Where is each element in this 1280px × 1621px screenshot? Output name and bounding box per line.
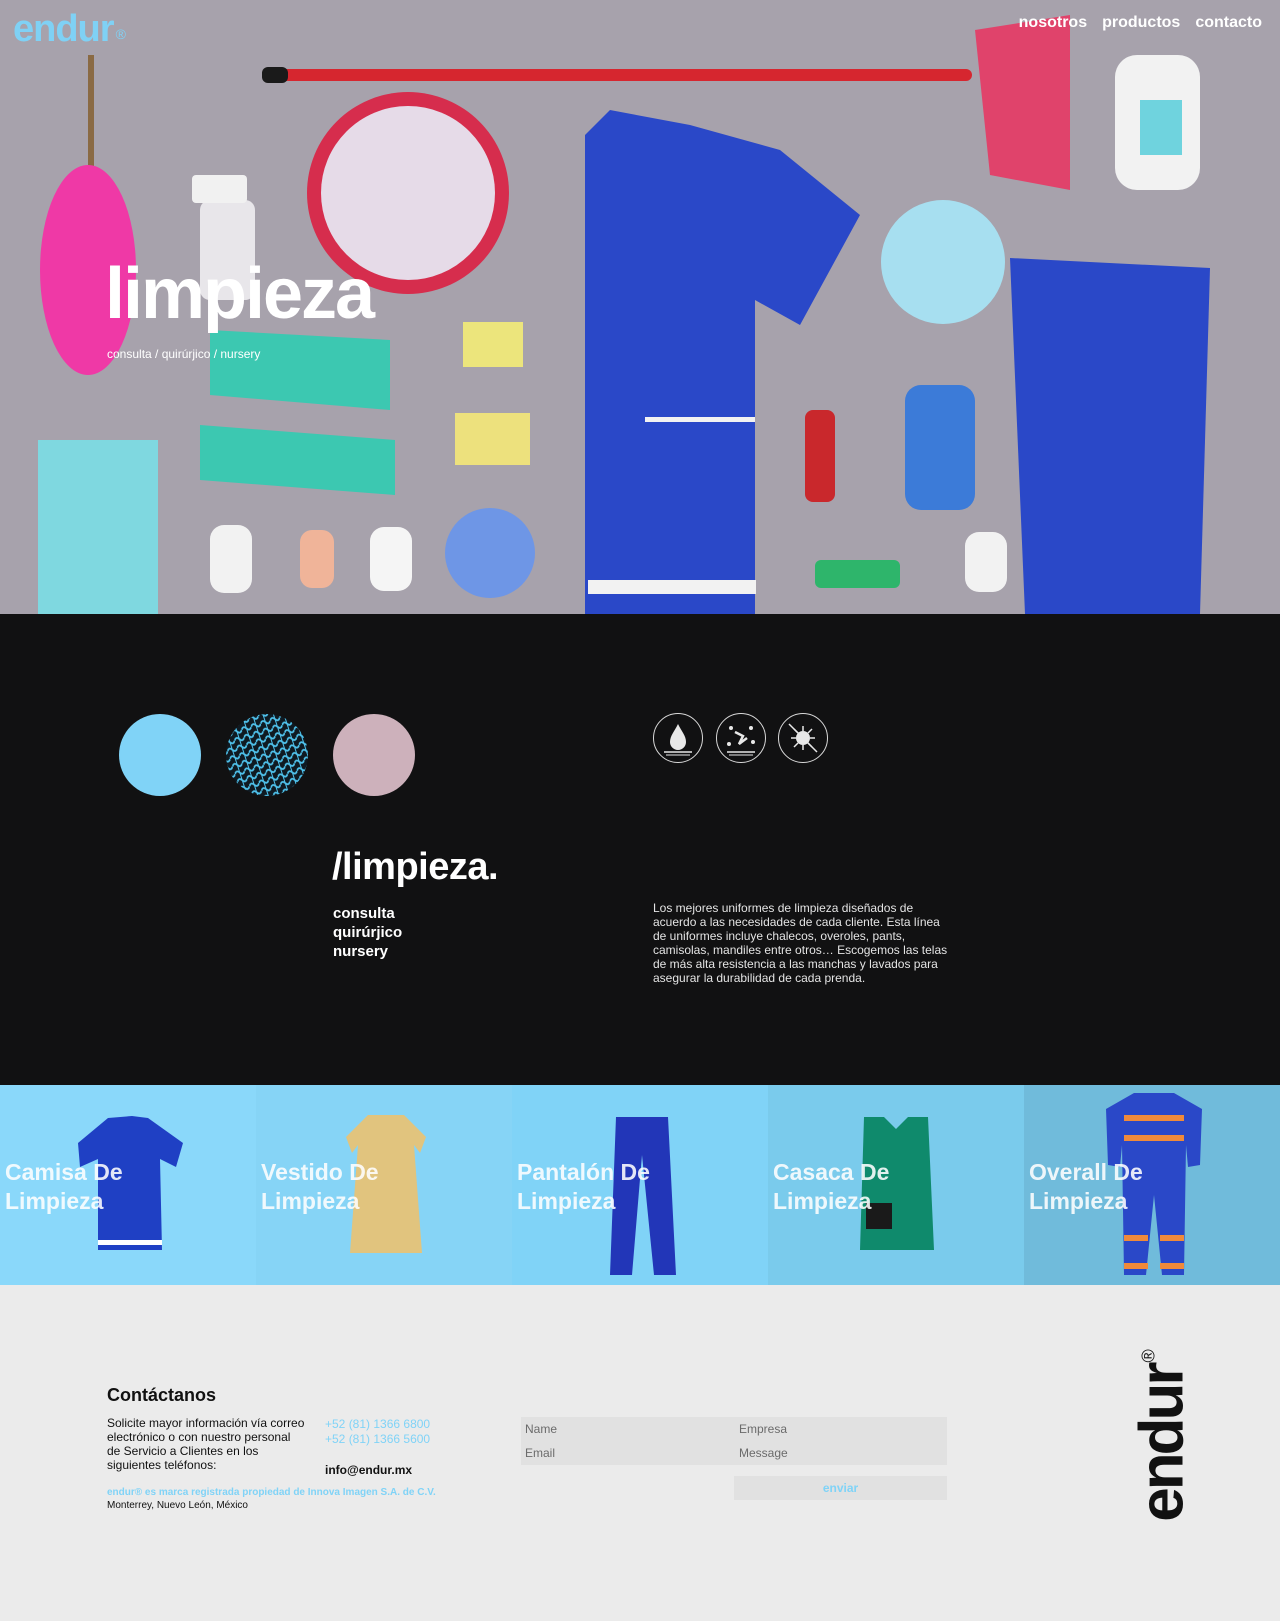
product-card-casaca[interactable]: Casaca De Limpieza [768,1085,1024,1285]
product-grid: Camisa De Limpieza Vestido De Limpieza Pan… [0,1085,1280,1285]
product-label: Vestido De Limpieza [261,1159,379,1214]
product-card-pantalon[interactable]: Pantalón De Limpieza [512,1085,768,1285]
product-label: Casaca De Limpieza [773,1159,890,1214]
logo-text[interactable]: endur [13,8,115,50]
contact-text: Solicite mayor información vía correo el… [107,1416,305,1472]
stain-icon [716,713,766,763]
send-button[interactable]: enviar [734,1476,947,1500]
address: Monterrey, Nuevo León, México [107,1500,248,1511]
fabric-swatch-mesh [226,714,308,796]
anti-bacterial-icon [778,713,828,763]
contact-title: Contáctanos [107,1385,217,1405]
contact-form [521,1417,947,1465]
phone-link[interactable]: +52 (81) 1366 6800 [325,1417,430,1432]
vertical-logo-text: endur [1127,1364,1197,1522]
contact-footer: Contáctanos Solicite mayor información v… [0,1285,1280,1621]
brand-note: endur® es marca registrada propiedad de … [107,1487,436,1498]
hero-section: endur ® nosotros productos contacto limpi… [0,0,1280,614]
fabric-swatch-rose [333,714,415,796]
logo[interactable]: endur ® [13,8,126,51]
main-nav: nosotros productos contacto [1019,14,1262,32]
message-field[interactable] [739,1446,939,1460]
product-label: Overall De Limpieza [1029,1159,1143,1214]
product-label: Camisa De Limpieza [5,1159,123,1214]
registered-mark: ® [1138,1352,1159,1363]
mesh-pattern-icon [226,714,308,796]
company-field[interactable] [739,1422,939,1436]
email-field[interactable] [525,1446,725,1460]
category-item: consulta [333,905,395,922]
section-title: /limpieza. [332,846,499,888]
category-section: /limpieza. consulta quirúrjico nursery L… [0,614,1280,1085]
nav-nosotros[interactable]: nosotros [1019,14,1087,32]
email-link[interactable]: info@endur.mx [325,1463,412,1477]
name-field[interactable] [525,1422,725,1436]
fabric-swatch-light-blue [119,714,201,796]
category-item: nursery [333,943,389,960]
vertical-logo: endur® [1128,1333,1197,1543]
category-item: quirúrjico [333,924,403,941]
registered-mark: ® [115,26,126,42]
hero-title: limpieza [105,254,375,334]
nav-contacto[interactable]: contacto [1195,14,1262,32]
water-drop-icon [653,713,703,763]
product-label: Pantalón De Limpieza [517,1159,650,1214]
nav-productos[interactable]: productos [1102,14,1180,32]
phone-list: +52 (81) 1366 6800 +52 (81) 1366 5600 [325,1417,430,1447]
product-card-camisa[interactable]: Camisa De Limpieza [0,1085,256,1285]
section-description: Los mejores uniformes de limpieza diseña… [653,901,948,985]
phone-link[interactable]: +52 (81) 1366 5600 [325,1432,430,1447]
hero-subtitle: consulta / quirúrjico / nursery [107,347,261,361]
product-card-vestido[interactable]: Vestido De Limpieza [256,1085,512,1285]
product-card-overall[interactable]: Overall De Limpieza [1024,1085,1280,1285]
category-list: consulta quirúrjico nursery [333,904,402,961]
